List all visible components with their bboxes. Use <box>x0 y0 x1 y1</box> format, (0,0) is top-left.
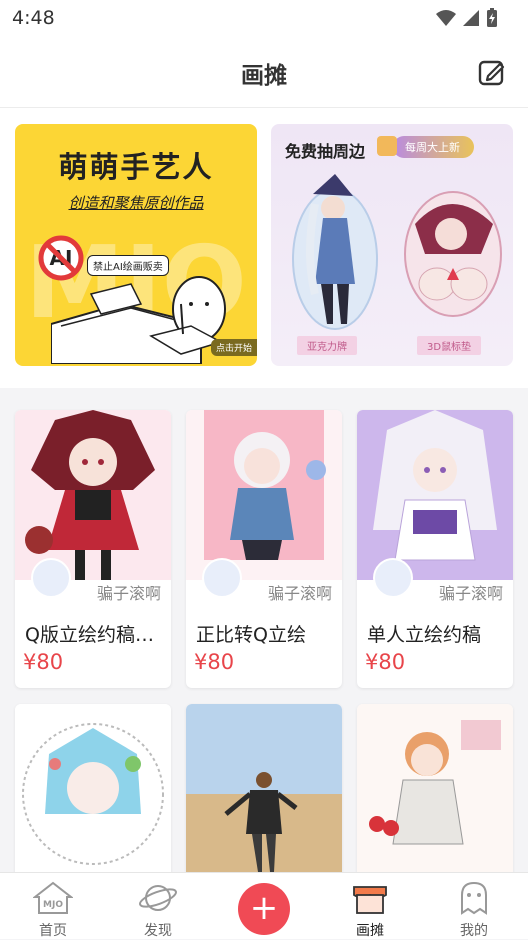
product-title: Q版立绘约稿… <box>25 624 154 646</box>
stall-icon <box>353 886 387 914</box>
tab-profile[interactable]: 我的 <box>434 873 514 940</box>
product-price: ¥80 <box>23 650 64 674</box>
product-title: 正比转Q立绘 <box>196 624 306 646</box>
tab-label: 画摊 <box>356 923 384 939</box>
product-card[interactable]: 骗子滚啊 正比转Q立绘 ¥80 <box>186 410 342 688</box>
product-card[interactable]: 骗子滚啊 单人立绘约稿 ¥80 <box>357 410 513 688</box>
product-image <box>186 704 342 874</box>
author-avatar[interactable] <box>202 558 242 598</box>
item-label-acrylic: 亚克力牌 <box>297 336 357 355</box>
product-image <box>15 410 171 580</box>
page-title: 画摊 <box>241 63 287 89</box>
item-label-mousepad: 3D鼠标垫 <box>417 336 482 355</box>
status-bar: 4:48 <box>0 0 528 36</box>
status-icons <box>436 8 498 28</box>
tab-label: 发现 <box>144 923 172 939</box>
profile-icon <box>461 881 487 915</box>
tab-home[interactable]: MJO 首页 <box>13 873 93 940</box>
home-icon: MJO <box>33 881 73 914</box>
product-image <box>186 410 342 580</box>
acrylic-stand-image <box>292 174 378 330</box>
svg-text:MJO: MJO <box>43 900 63 910</box>
page-header: 画摊 <box>0 36 528 108</box>
author-avatar[interactable] <box>373 558 413 598</box>
tab-stall[interactable]: 画摊 <box>330 873 410 940</box>
banner-craftsman[interactable]: MJO 萌萌手艺人 创造和聚焦原创作品 AI 禁止AI绘画贩卖 点击开始 <box>15 124 257 366</box>
tab-label: 首页 <box>39 923 67 939</box>
product-price: ¥80 <box>365 650 406 674</box>
banner-section: MJO 萌萌手艺人 创造和聚焦原创作品 AI 禁止AI绘画贩卖 点击开始 免费抽… <box>0 108 528 388</box>
status-time: 4:48 <box>12 7 55 29</box>
edit-icon[interactable] <box>478 58 506 86</box>
tab-discover[interactable]: 发现 <box>118 873 198 940</box>
bottom-tab-bar: MJO 首页 发现 + 画摊 我的 <box>0 872 528 939</box>
mousepad-image <box>404 191 502 317</box>
product-title: 单人立绘约稿 <box>367 624 482 646</box>
weekly-new-badge: 每周大上新 <box>393 136 474 158</box>
banner-subtitle: 创造和聚焦原创作品 <box>68 194 204 212</box>
add-button[interactable]: + <box>238 883 290 935</box>
product-image <box>357 410 513 580</box>
product-image <box>15 704 171 874</box>
tab-label: 我的 <box>460 923 488 939</box>
product-price: ¥80 <box>194 650 235 674</box>
banner-merch[interactable]: 免费抽周边 每周大上新 亚克力牌 3D鼠标垫 <box>271 124 513 366</box>
product-image <box>357 704 513 874</box>
product-card[interactable]: 骗子滚啊 Q版立绘约稿… ¥80 <box>15 410 171 688</box>
author-avatar[interactable] <box>31 558 71 598</box>
wifi-icon <box>436 10 456 26</box>
banner-title: 萌萌手艺人 <box>58 150 214 184</box>
signal-icon <box>463 10 479 26</box>
gift-icon <box>377 136 397 156</box>
author-name: 骗子滚啊 <box>267 584 332 603</box>
banner-tap-hint: 点击开始 <box>210 339 257 356</box>
banner-title: 免费抽周边 <box>285 142 366 161</box>
battery-icon <box>487 8 497 27</box>
author-name: 骗子滚啊 <box>438 584 503 603</box>
author-name: 骗子滚啊 <box>96 584 161 603</box>
planet-icon <box>139 885 177 911</box>
